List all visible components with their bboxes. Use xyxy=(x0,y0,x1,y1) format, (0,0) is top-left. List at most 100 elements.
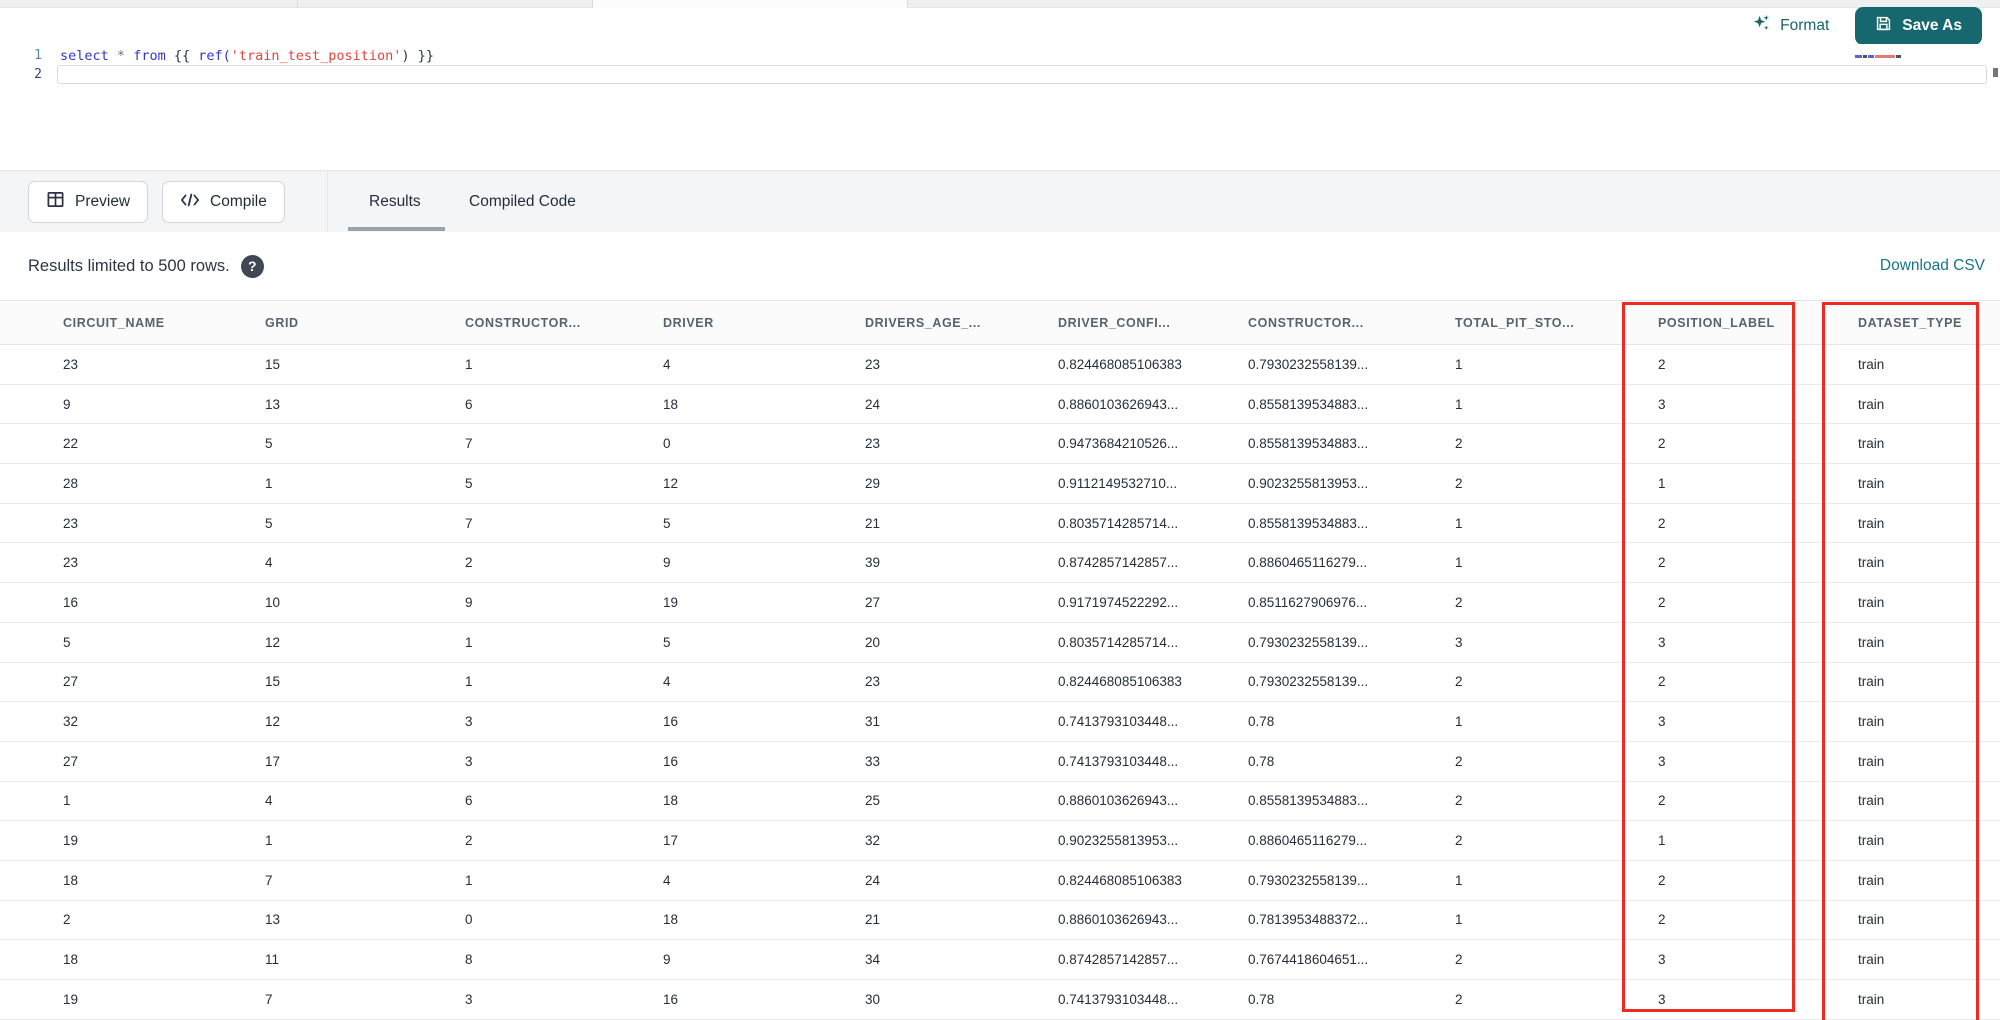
table-cell: 2 xyxy=(1658,674,1666,690)
table-cell: 6 xyxy=(465,793,473,809)
table-cell: 0.8742857142857... xyxy=(1058,555,1179,571)
table-cell: 4 xyxy=(265,793,273,809)
table-cell: 3 xyxy=(1455,634,1463,650)
table-cell: 0.824468085106383 xyxy=(1058,674,1182,690)
save-as-button[interactable]: Save As xyxy=(1855,7,1982,45)
active-tab-edge xyxy=(592,0,907,8)
table-cell: 7 xyxy=(465,515,473,531)
scrollbar-marker[interactable] xyxy=(1993,68,1998,77)
table-cell: 2 xyxy=(63,912,71,928)
table-cell: 5 xyxy=(663,515,671,531)
table-cell: 19 xyxy=(663,594,679,610)
results-table: CIRCUIT_NAME GRID CONSTRUCTOR... DRIVER DRIV… xyxy=(0,300,2000,1020)
table-cell: 19 xyxy=(63,833,79,849)
table-cell: 21 xyxy=(865,912,881,928)
tab-results[interactable]: Results xyxy=(369,171,421,233)
table-cell: 0.9023255813953... xyxy=(1248,475,1369,491)
table-cell: train xyxy=(1858,991,1885,1007)
preview-button[interactable]: Preview xyxy=(28,181,149,223)
code-line-2[interactable]: 2 xyxy=(0,65,2000,84)
table-cell: 3 xyxy=(1658,396,1666,412)
minimap[interactable] xyxy=(1855,55,1907,59)
table-cell: 4 xyxy=(265,555,273,571)
compile-button[interactable]: Compile xyxy=(162,181,285,223)
table-cell: 3 xyxy=(1658,714,1666,730)
table-cell: 0.7813953488372... xyxy=(1248,912,1369,928)
sql-code[interactable]: select * from {{ ref('train_test_positio… xyxy=(42,48,434,64)
table-cell: 0.7674418604651... xyxy=(1248,952,1369,968)
table-cell: 23 xyxy=(63,555,79,571)
table-cell: train xyxy=(1858,912,1885,928)
table-cell: train xyxy=(1858,833,1885,849)
column-header: DRIVERS_AGE_... xyxy=(865,315,981,330)
table-row: 19 1 2 17 32 0.9023255813953... 0.886046511627… xyxy=(0,821,2000,861)
table-cell: 16 xyxy=(663,714,679,730)
table-cell: 0.8860465116279... xyxy=(1248,555,1368,571)
tab-compiled-code[interactable]: Compiled Code xyxy=(469,171,576,233)
code-line-1[interactable]: 1 select * from {{ ref('train_test_posit… xyxy=(0,46,2000,65)
table-grid-icon xyxy=(46,190,65,214)
column-header: CIRCUIT_NAME xyxy=(63,315,165,330)
table-cell: 21 xyxy=(865,515,881,531)
table-cell: 16 xyxy=(663,753,679,769)
table-cell: 27 xyxy=(63,674,79,690)
table-cell: 0.8558139534883... xyxy=(1248,515,1369,531)
column-header: CONSTRUCTOR... xyxy=(465,315,581,330)
table-row: 18 7 1 4 24 0.824468085106383 0.7930232558139.… xyxy=(0,860,2000,901)
save-as-label: Save As xyxy=(1902,17,1962,34)
table-cell: train xyxy=(1858,952,1885,968)
code-token: 'train_test_position' xyxy=(230,47,402,64)
table-cell: 1 xyxy=(1455,515,1463,531)
table-cell: 3 xyxy=(465,753,473,769)
table-cell: 18 xyxy=(663,396,679,412)
table-cell: 15 xyxy=(265,674,281,690)
table-cell: 17 xyxy=(265,753,281,769)
table-cell: 2 xyxy=(465,833,473,849)
code-token: * xyxy=(116,47,126,64)
table-row: 22 5 7 0 23 0.9473684210526... 0.8558139534883… xyxy=(0,424,2000,465)
table-cell: 7 xyxy=(265,872,273,888)
results-panel-header: Preview Compile Results Compiled Code xyxy=(0,170,2000,233)
download-csv-link[interactable]: Download CSV xyxy=(1880,232,1985,300)
active-line-highlight xyxy=(57,65,1987,84)
table-cell: 1 xyxy=(1455,872,1463,888)
table-cell: 0.7930232558139... xyxy=(1248,356,1369,372)
active-tab-underline xyxy=(348,227,445,231)
table-cell: 32 xyxy=(63,714,79,730)
table-cell: 1 xyxy=(465,356,473,372)
code-token: ) xyxy=(401,47,410,64)
table-cell: 0 xyxy=(663,436,671,452)
table-cell: train xyxy=(1858,634,1885,650)
table-cell: 2 xyxy=(1658,356,1666,372)
table-cell: 12 xyxy=(663,475,679,491)
table-cell: 1 xyxy=(265,475,273,491)
help-icon[interactable]: ? xyxy=(240,254,264,278)
table-body: 23 15 1 4 23 0.824468085106383 0.7930232558139… xyxy=(0,345,2000,1020)
table-cell: 2 xyxy=(1658,793,1666,809)
table-cell: 17 xyxy=(663,833,679,849)
table-cell: 16 xyxy=(63,594,79,610)
line-number: 1 xyxy=(34,48,42,63)
table-cell: 10 xyxy=(265,594,281,610)
table-cell: 13 xyxy=(265,396,281,412)
table-cell: 28 xyxy=(63,475,79,491)
table-cell: 23 xyxy=(865,356,881,372)
table-cell: 2 xyxy=(1455,674,1463,690)
table-cell: train xyxy=(1858,872,1885,888)
table-cell: train xyxy=(1858,475,1885,491)
table-cell: 0.9473684210526... xyxy=(1058,436,1179,452)
format-button[interactable]: Format xyxy=(1752,14,1829,38)
table-row: 27 15 1 4 23 0.824468085106383 0.7930232558139… xyxy=(0,662,2000,703)
table-cell: train xyxy=(1858,436,1885,452)
table-cell: 0.8558139534883... xyxy=(1248,396,1369,412)
table-cell: 0.824468085106383 xyxy=(1058,356,1182,372)
table-cell: 3 xyxy=(465,991,473,1007)
column-header: CONSTRUCTOR... xyxy=(1248,315,1364,330)
sql-editor[interactable]: 1 select * from {{ ref('train_test_posit… xyxy=(0,44,2000,170)
table-cell: 23 xyxy=(63,515,79,531)
line-number: 2 xyxy=(34,67,42,82)
table-cell: 2 xyxy=(1455,753,1463,769)
table-cell: 1 xyxy=(63,793,71,809)
